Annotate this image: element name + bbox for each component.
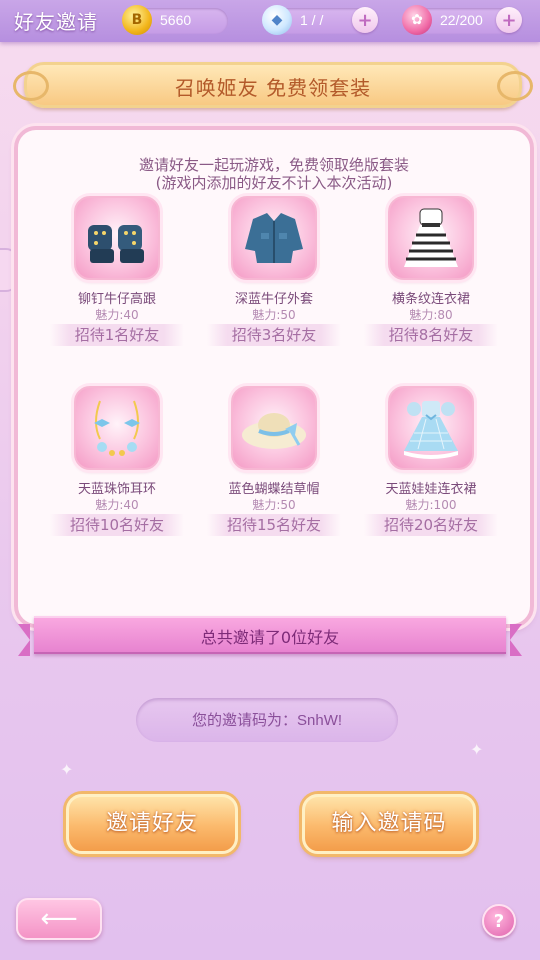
item-charm: 魅力:50 bbox=[252, 308, 296, 322]
item-name: 天蓝珠饰耳环 bbox=[77, 482, 156, 497]
reward-item[interactable]: 蓝色蝴蝶结草帽 魅力:50 招待15名好友 bbox=[199, 386, 349, 536]
gold-value: 5660 bbox=[160, 12, 192, 28]
reward-item[interactable]: 深蓝牛仔外套 魅力:50 招待3名好友 bbox=[199, 196, 349, 346]
item-name: 深蓝牛仔外套 bbox=[234, 292, 313, 307]
reward-item[interactable]: 天蓝珠饰耳环 魅力:40 招待10名好友 bbox=[42, 386, 192, 536]
bead-earrings-icon bbox=[94, 400, 140, 456]
item-requirement: 招待15名好友 bbox=[207, 514, 341, 536]
sparkle-icon: ✦ bbox=[470, 740, 484, 759]
add-diamond-button[interactable]: + bbox=[352, 7, 378, 33]
total-invited-ribbon: 总共邀请了0位好友 bbox=[18, 616, 522, 656]
item-charm: 魅力:40 bbox=[95, 498, 139, 512]
item-frame bbox=[74, 386, 160, 470]
item-frame bbox=[231, 386, 317, 470]
reward-item[interactable]: 天蓝娃娃连衣裙 魅力:100 招待20名好友 bbox=[356, 386, 506, 536]
striped-dress-icon bbox=[404, 208, 458, 267]
sparkle-icon: ✦ bbox=[60, 760, 74, 779]
rose-value: 22/200 bbox=[440, 12, 483, 28]
item-name: 蓝色蝴蝶结草帽 bbox=[228, 482, 320, 497]
item-requirement: 招待20名好友 bbox=[364, 514, 498, 536]
help-button[interactable]: ? bbox=[482, 904, 516, 938]
page-title: 好友邀请 bbox=[14, 10, 98, 34]
item-requirement: 招待1名好友 bbox=[50, 324, 184, 346]
enter-invite-code-button[interactable]: 输入邀请码 bbox=[302, 794, 476, 854]
item-frame bbox=[231, 196, 317, 280]
invite-code-value: SnhW! bbox=[297, 712, 343, 729]
rewards-panel: 邀请好友一起玩游戏，免费领取绝版套装 (游戏内添加的好友不计入本次活动) 铆钉牛… bbox=[14, 126, 534, 628]
arrow-back-icon: ⟵ bbox=[40, 904, 78, 934]
item-charm: 魅力:50 bbox=[252, 498, 296, 512]
gold-counter: B 5660 bbox=[122, 5, 228, 35]
item-requirement: 招待3名好友 bbox=[207, 324, 341, 346]
item-charm: 魅力:40 bbox=[95, 308, 139, 322]
top-bar: 好友邀请 B 5660 ◆ 1 / / + ✿ 22/200 + bbox=[0, 0, 540, 42]
diamond-value: 1 / / bbox=[300, 12, 324, 28]
item-requirement: 招待10名好友 bbox=[50, 514, 184, 536]
invite-friends-button[interactable]: 邀请好友 bbox=[66, 794, 238, 854]
item-frame bbox=[388, 196, 474, 280]
doll-dress-icon bbox=[404, 401, 458, 459]
diamond-counter: ◆ 1 / / + bbox=[262, 5, 378, 35]
rose-icon: ✿ bbox=[402, 5, 432, 35]
event-banner: 召唤姬友 免费领套装 bbox=[13, 62, 533, 108]
straw-hat-icon bbox=[242, 413, 306, 449]
reward-item[interactable]: 铆钉牛仔高跟 魅力:40 招待1名好友 bbox=[42, 196, 192, 346]
banner-title: 召唤姬友 免费领套装 bbox=[174, 76, 372, 100]
diamond-icon: ◆ bbox=[262, 5, 292, 35]
add-rose-button[interactable]: + bbox=[496, 7, 522, 33]
rose-counter: ✿ 22/200 + bbox=[402, 5, 522, 35]
item-name: 天蓝娃娃连衣裙 bbox=[385, 482, 477, 497]
item-frame bbox=[74, 196, 160, 280]
platform-heels-icon bbox=[88, 225, 144, 263]
invite-code-label: 您的邀请码为： bbox=[191, 711, 297, 729]
coin-icon: B bbox=[122, 5, 152, 35]
item-name: 铆钉牛仔高跟 bbox=[77, 292, 156, 307]
item-charm: 魅力:100 bbox=[405, 498, 457, 512]
item-name: 横条纹连衣裙 bbox=[391, 292, 470, 307]
denim-jacket-icon bbox=[245, 213, 303, 263]
item-charm: 魅力:80 bbox=[409, 308, 453, 322]
total-invited-text: 总共邀请了0位好友 bbox=[200, 628, 340, 647]
reward-item[interactable]: 横条纹连衣裙 魅力:80 招待8名好友 bbox=[356, 196, 506, 346]
intro-note: (游戏内添加的好友不计入本次活动) bbox=[155, 174, 393, 192]
back-button[interactable]: ⟵ bbox=[16, 898, 102, 940]
item-requirement: 招待8名好友 bbox=[364, 324, 498, 346]
invite-code-display: 您的邀请码为：SnhW! bbox=[136, 698, 398, 742]
item-frame bbox=[388, 386, 474, 470]
